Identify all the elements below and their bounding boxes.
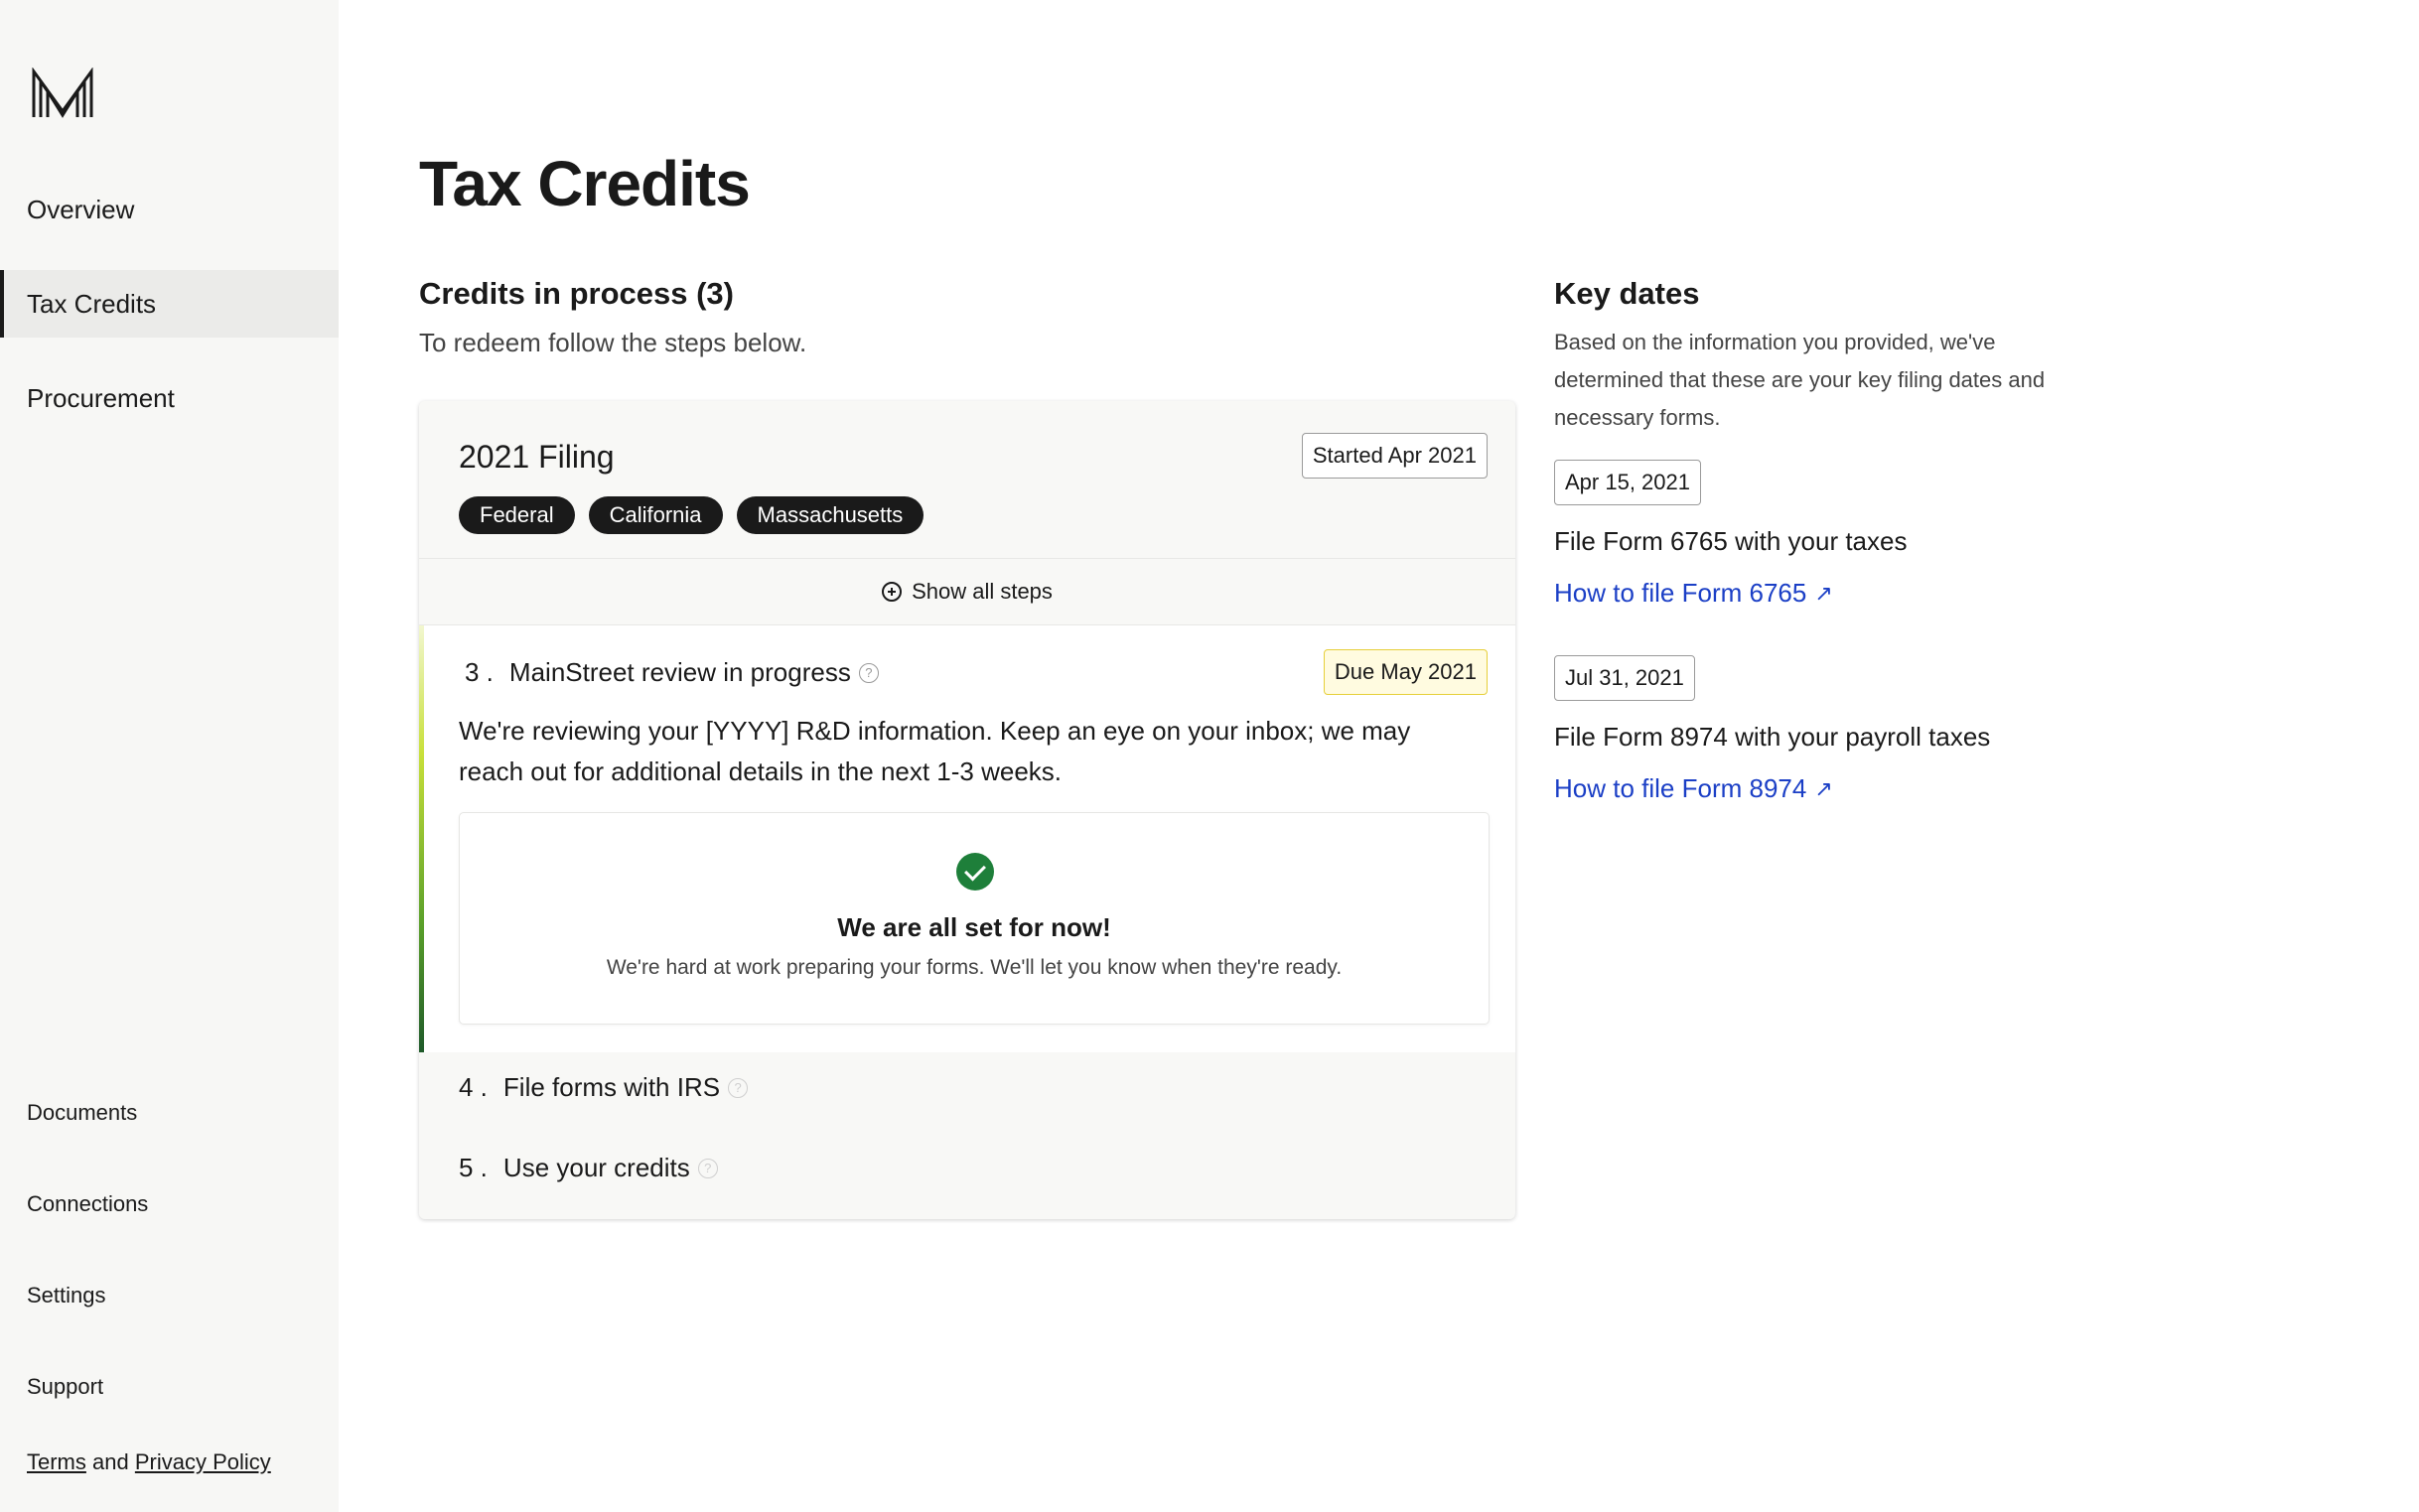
nav-overview[interactable]: Overview <box>0 176 339 243</box>
nav-support[interactable]: Support <box>27 1374 103 1400</box>
key-date-item-text: File Form 6765 with your taxes <box>1554 526 1908 556</box>
link-label: How to file Form 8974 <box>1554 773 1807 803</box>
step-number: 5 . <box>459 1153 488 1182</box>
key-dates-title: Key dates <box>1554 276 1700 311</box>
help-icon[interactable]: ? <box>697 1158 718 1178</box>
terms-link[interactable]: Terms <box>27 1449 86 1474</box>
key-date-item-text: File Form 8974 with your payroll taxes <box>1554 722 1991 752</box>
step-label: Use your credits <box>502 1153 690 1182</box>
nav-tax-credits-label: Tax Credits <box>27 288 157 319</box>
how-to-file-form-6765-link[interactable]: How to file Form 6765 ↗ <box>1554 578 1833 609</box>
chip-california: California <box>588 496 723 534</box>
link-label: How to file Form 6765 <box>1554 578 1807 608</box>
active-step-header: 3 . MainStreet review in progress ? <box>465 657 879 688</box>
sidebar: Overview Tax Credits Procurement Documen… <box>0 0 339 1512</box>
legal-and: and <box>92 1449 129 1474</box>
nav-connections[interactable]: Connections <box>27 1191 148 1217</box>
status-title: We are all set for now! <box>837 912 1111 942</box>
due-badge: Due May 2021 <box>1323 649 1488 695</box>
date-badge: Apr 15, 2021 <box>1554 460 1701 505</box>
step-label: File forms with IRS <box>502 1072 721 1102</box>
started-badge: Started Apr 2021 <box>1301 433 1488 479</box>
help-icon[interactable]: ? <box>858 662 879 683</box>
legal-links: Terms and Privacy Policy <box>27 1449 271 1475</box>
jurisdiction-chips: Federal California Massachusetts <box>459 496 925 534</box>
step-number: 3 . <box>465 657 494 687</box>
date-badge: Jul 31, 2021 <box>1554 655 1695 701</box>
status-subtitle: We're hard at work preparing your forms.… <box>606 956 1343 979</box>
page-title: Tax Credits <box>419 148 751 219</box>
privacy-policy-link[interactable]: Privacy Policy <box>135 1449 271 1474</box>
credits-section-subtitle: To redeem follow the steps below. <box>419 328 807 357</box>
key-dates-description: Based on the information you provided, w… <box>1554 330 2046 430</box>
step-use-credits[interactable]: 5 . Use your credits ? <box>459 1153 718 1183</box>
credits-section-title: Credits in process (3) <box>419 276 734 311</box>
mainstreet-logo-icon[interactable] <box>30 68 95 119</box>
plus-circle-icon <box>882 582 903 602</box>
chip-massachusetts: Massachusetts <box>736 496 925 534</box>
filing-card: 2021 Filing Started Apr 2021 Federal Cal… <box>419 401 1515 1219</box>
step-number: 4 . <box>459 1072 488 1102</box>
show-all-steps-button[interactable]: Show all steps <box>419 558 1515 625</box>
nav-procurement-label: Procurement <box>27 382 175 413</box>
how-to-file-form-8974-link[interactable]: How to file Form 8974 ↗ <box>1554 773 1833 804</box>
external-arrow-icon: ↗ <box>1814 580 1833 606</box>
active-step: 3 . MainStreet review in progress ? Due … <box>419 625 1515 1052</box>
nav-overview-label: Overview <box>27 194 135 224</box>
filing-title: 2021 Filing <box>459 439 615 475</box>
step-file-forms[interactable]: 4 . File forms with IRS ? <box>459 1072 749 1103</box>
nav-procurement[interactable]: Procurement <box>0 364 339 432</box>
nav-documents[interactable]: Documents <box>27 1100 137 1126</box>
external-arrow-icon: ↗ <box>1814 775 1833 801</box>
show-all-steps-label: Show all steps <box>912 579 1053 604</box>
nav-tax-credits[interactable]: Tax Credits <box>0 270 339 338</box>
step-label: MainStreet review in progress <box>508 657 851 687</box>
progress-rail <box>419 625 424 1052</box>
checkmark-icon <box>956 853 994 891</box>
step-description: We're reviewing your [YYYY] R&D informat… <box>459 716 1411 786</box>
status-box: We are all set for now! We're hard at wo… <box>459 812 1490 1025</box>
help-icon[interactable]: ? <box>728 1077 749 1098</box>
nav-settings[interactable]: Settings <box>27 1283 106 1308</box>
chip-federal: Federal <box>459 496 575 534</box>
